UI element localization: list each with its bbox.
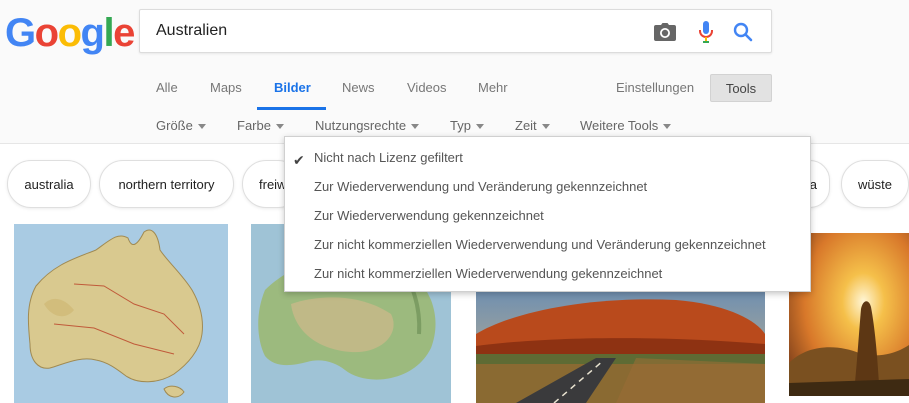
tab-mehr[interactable]: Mehr <box>478 80 508 95</box>
filter-nutzungsrechte[interactable]: Nutzungsrechte <box>315 118 420 133</box>
filter-label: Weitere Tools <box>580 118 659 133</box>
filter-bar: Größe Farbe Nutzungsrechte Typ Zeit Weit… <box>0 116 909 136</box>
tab-bar: Alle Maps Bilder News Videos Mehr Einste… <box>0 74 909 110</box>
active-tab-indicator <box>257 107 326 110</box>
logo-letter: o <box>34 11 59 55</box>
usage-rights-option-reuse-modify[interactable]: Zur Wiederverwendung und Veränderung gek… <box>314 179 647 194</box>
google-logo[interactable]: Google <box>5 11 135 55</box>
logo-letter: l <box>103 11 114 55</box>
image-result-uluru[interactable] <box>476 290 765 403</box>
filter-zeit[interactable]: Zeit <box>515 118 550 133</box>
chip-wueste[interactable]: wüste <box>841 160 909 208</box>
filter-label: Nutzungsrechte <box>315 118 407 133</box>
filter-label: Zeit <box>515 118 537 133</box>
tab-bilder[interactable]: Bilder <box>274 80 311 95</box>
filter-typ[interactable]: Typ <box>450 118 484 133</box>
filter-groesse[interactable]: Größe <box>156 118 206 133</box>
caret-down-icon <box>197 124 206 130</box>
caret-down-icon <box>275 124 284 130</box>
camera-icon[interactable] <box>653 20 677 44</box>
tab-maps[interactable]: Maps <box>210 80 242 95</box>
tab-alle[interactable]: Alle <box>156 80 178 95</box>
search-input[interactable]: Australien <box>156 22 227 40</box>
header: Google Australien Alle Maps Bilder News … <box>0 0 909 144</box>
filter-label: Farbe <box>237 118 271 133</box>
search-box[interactable]: Australien <box>139 9 772 53</box>
caret-down-icon <box>411 124 420 130</box>
usage-rights-option-unfiltered[interactable]: Nicht nach Lizenz gefiltert <box>314 150 463 165</box>
filter-label: Größe <box>156 118 193 133</box>
filter-label: Typ <box>450 118 471 133</box>
tools-button[interactable]: Tools <box>710 74 772 102</box>
logo-letter: G <box>5 11 36 55</box>
logo-letter: g <box>80 11 105 55</box>
logo-letter: o <box>57 11 82 55</box>
tab-videos[interactable]: Videos <box>407 80 447 95</box>
tab-news[interactable]: News <box>342 80 375 95</box>
caret-down-icon <box>541 124 550 130</box>
usage-rights-option-noncommercial-reuse-modify[interactable]: Zur nicht kommerziellen Wiederverwendung… <box>314 237 766 252</box>
chip-northern-territory[interactable]: northern territory <box>99 160 234 208</box>
uluru-photo <box>476 290 765 403</box>
filter-weitere-tools[interactable]: Weitere Tools <box>580 118 672 133</box>
usage-rights-option-reuse[interactable]: Zur Wiederverwendung gekennzeichnet <box>314 208 544 223</box>
usage-rights-option-noncommercial-reuse[interactable]: Zur nicht kommerziellen Wiederverwendung… <box>314 266 662 281</box>
caret-down-icon <box>475 124 484 130</box>
map-image <box>14 224 228 403</box>
usage-rights-dropdown: ✔ Nicht nach Lizenz gefiltert Zur Wieder… <box>284 136 811 292</box>
filter-farbe[interactable]: Farbe <box>237 118 284 133</box>
checkmark-icon: ✔ <box>293 152 305 168</box>
caret-down-icon <box>663 124 672 130</box>
chip-australia[interactable]: australia <box>7 160 91 208</box>
search-icon[interactable] <box>731 20 755 44</box>
settings-link[interactable]: Einstellungen <box>616 80 694 95</box>
logo-letter: e <box>113 11 135 55</box>
microphone-icon[interactable] <box>694 20 718 44</box>
image-result-map-australia[interactable] <box>14 224 228 403</box>
